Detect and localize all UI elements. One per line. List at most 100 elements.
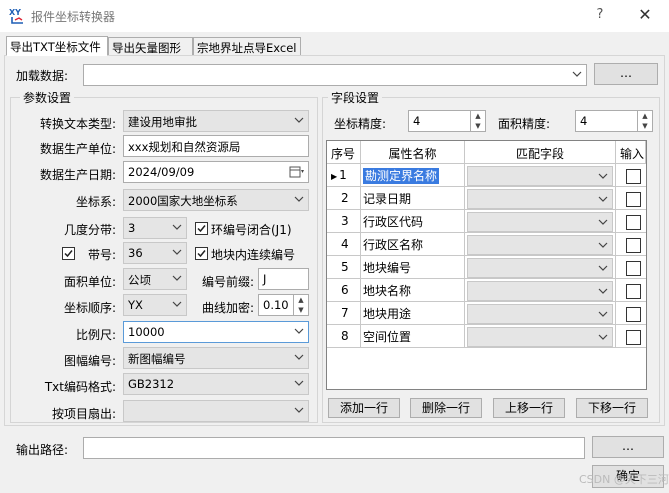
tab-export-excel[interactable]: 宗地界址点导Excel [193, 37, 301, 56]
ring-closed-checkbox[interactable] [195, 222, 208, 235]
grid-row-no: 6 [327, 279, 361, 302]
chevron-down-icon [172, 249, 182, 255]
grid-row-match-combo[interactable] [465, 325, 616, 348]
spin-up-icon[interactable]: ▲ [470, 111, 485, 121]
area-unit-label: 面积单位: [63, 275, 116, 289]
chevron-down-icon [572, 71, 582, 77]
area-precision-spinner[interactable]: 4 ▲ ▼ [575, 110, 653, 132]
sheet-no-value: 新图幅编号 [128, 352, 186, 366]
grid-row-match-combo[interactable] [465, 279, 616, 302]
grid-row-match-combo[interactable] [465, 187, 616, 210]
curve-densify-value: 0.10 [263, 298, 289, 312]
grid-row-name-text: 勘测定界名称 [363, 168, 440, 184]
text-type-combo[interactable]: 建设用地审批 [123, 110, 309, 132]
grid-row-input-checkbox[interactable] [626, 330, 641, 345]
output-path-input[interactable] [83, 437, 585, 459]
grid-row-name[interactable]: 地块名称 [361, 279, 465, 302]
grid-row-input-checkbox[interactable] [626, 261, 641, 276]
zone-no-value: 36 [128, 246, 143, 260]
zone-width-combo[interactable]: 3 [123, 217, 187, 239]
continuous-numbering-label: 地块内连续编号 [211, 248, 296, 262]
sheet-no-combo[interactable]: 新图幅编号 [123, 347, 309, 369]
grid-row-match-combo[interactable] [465, 164, 616, 187]
tab-export-txt[interactable]: 导出TXT坐标文件 [6, 36, 108, 56]
date-picker[interactable]: 2024/09/09 [123, 161, 309, 183]
zone-no-label: 带号: [87, 248, 116, 262]
spin-down-icon[interactable]: ▼ [637, 121, 652, 131]
svg-text:XY: XY [9, 8, 21, 17]
grid-row-name[interactable]: 地块编号 [361, 256, 465, 279]
grid-row-name[interactable]: 空间位置 [361, 325, 465, 348]
coord-order-label: 坐标顺序: [63, 301, 116, 315]
app-icon: XY [9, 8, 23, 24]
producer-input[interactable]: xxx规划和自然资源局 [123, 135, 309, 157]
grid-row-name[interactable]: 行政区名称 [361, 233, 465, 256]
close-button[interactable]: ✕ [633, 5, 657, 27]
grid-row-name-text: 空间位置 [363, 330, 412, 344]
load-data-combo[interactable] [83, 64, 587, 86]
spin-down-icon[interactable]: ▼ [293, 305, 308, 315]
grid-row-name-text: 地块用途 [363, 307, 412, 321]
text-type-value: 建设用地审批 [128, 115, 197, 129]
spin-down-icon[interactable]: ▼ [470, 121, 485, 131]
chevron-down-icon [598, 334, 608, 340]
zone-width-label: 几度分带: [63, 223, 116, 237]
coord-precision-spinner[interactable]: 4 ▲ ▼ [408, 110, 486, 132]
area-unit-combo[interactable]: 公顷 [123, 268, 187, 290]
grid-row-input [616, 279, 646, 302]
output-browse-button[interactable]: … [592, 436, 664, 458]
zone-no-checkbox[interactable] [62, 247, 75, 260]
scale-combo[interactable]: 10000 [123, 321, 309, 343]
move-up-button[interactable]: 上移一行 [493, 398, 565, 418]
add-row-button[interactable]: 添加一行 [328, 398, 400, 418]
grid-row-input-checkbox[interactable] [626, 215, 641, 230]
grid-row-input-checkbox[interactable] [626, 238, 641, 253]
load-browse-button[interactable]: … [594, 63, 658, 85]
grid-row-match-combo[interactable] [465, 233, 616, 256]
tab-export-vector[interactable]: 导出矢量图形 [108, 37, 193, 56]
grid-row-no: 7 [327, 302, 361, 325]
grid-row-match-combo[interactable] [465, 210, 616, 233]
delete-row-button[interactable]: 删除一行 [410, 398, 482, 418]
grid-row-no-text: 6 [341, 283, 349, 297]
grid-row-name[interactable]: 行政区代码 [361, 210, 465, 233]
grid-row-name[interactable]: 记录日期 [361, 187, 465, 210]
field-grid: 序号 属性名称 匹配字段 输入 ▶ 1 勘测定界名称 2 记录日期 3 行政区代码 4行… [326, 140, 647, 390]
move-down-button[interactable]: 下移一行 [576, 398, 648, 418]
grid-row-input-checkbox[interactable] [626, 169, 641, 184]
coord-order-combo[interactable]: YX [123, 294, 187, 316]
tab-export-txt-label: 导出TXT坐标文件 [10, 40, 101, 54]
chevron-down-icon [598, 219, 608, 225]
crs-value: 2000国家大地坐标系 [128, 194, 238, 208]
spin-up-icon[interactable]: ▲ [637, 111, 652, 121]
curve-densify-spinner[interactable]: 0.10 ▲ ▼ [258, 294, 309, 316]
scale-label: 比例尺: [75, 328, 116, 342]
calendar-icon[interactable] [289, 165, 305, 179]
grid-row-no: 3 [327, 210, 361, 233]
spin-up-icon[interactable]: ▲ [293, 295, 308, 305]
number-prefix-input[interactable]: J [258, 268, 309, 290]
continuous-numbering-checkbox[interactable] [195, 247, 208, 260]
help-button[interactable]: ? [590, 7, 610, 25]
by-item-combo[interactable] [123, 400, 309, 422]
load-data-label: 加载数据: [16, 69, 69, 83]
grid-row-input-checkbox[interactable] [626, 192, 641, 207]
encoding-combo[interactable]: GB2312 [123, 373, 309, 395]
by-item-label: 按项目扇出: [51, 407, 116, 421]
grid-row-input-checkbox[interactable] [626, 307, 641, 322]
ring-closed-label: 环编号闭合(J1) [211, 223, 292, 237]
zone-no-combo[interactable]: 36 [123, 242, 187, 264]
chevron-down-icon [172, 224, 182, 230]
area-unit-value: 公顷 [128, 273, 151, 287]
grid-row-match-combo[interactable] [465, 302, 616, 325]
grid-row-name[interactable]: 地块用途 [361, 302, 465, 325]
text-type-label: 转换文本类型: [39, 117, 116, 131]
check-icon [197, 250, 206, 258]
crs-combo[interactable]: 2000国家大地坐标系 [123, 189, 309, 211]
grid-row-name[interactable]: 勘测定界名称 [361, 164, 465, 187]
check-icon [197, 225, 206, 233]
grid-row-match-combo[interactable] [465, 256, 616, 279]
grid-row-input [616, 187, 646, 210]
grid-row-no: 4 [327, 233, 361, 256]
grid-row-input-checkbox[interactable] [626, 284, 641, 299]
